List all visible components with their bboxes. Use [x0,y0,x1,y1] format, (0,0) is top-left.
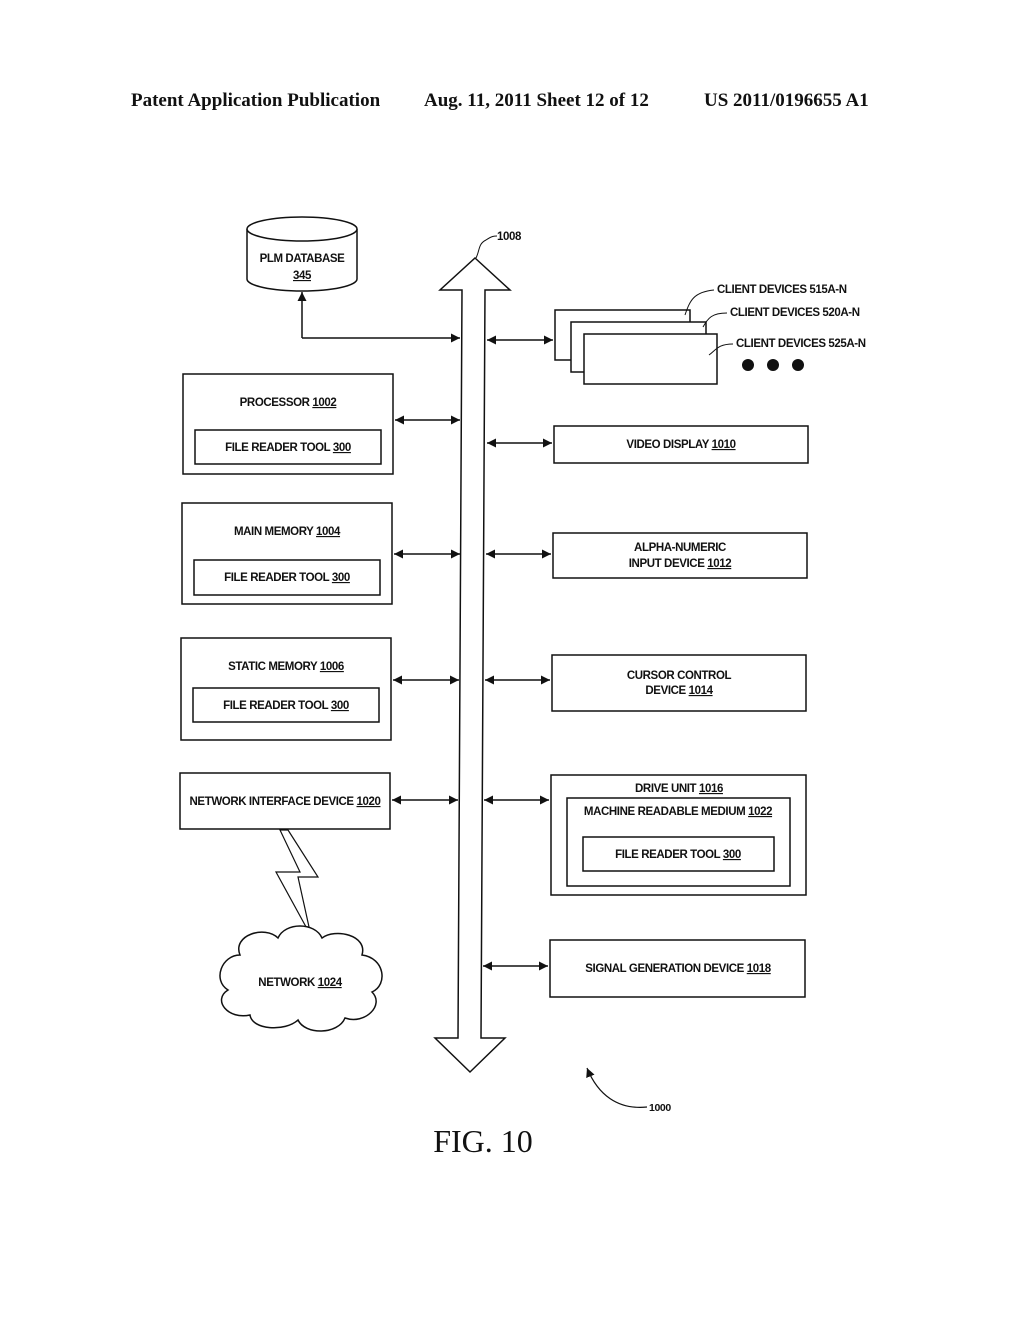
main-memory-block: MAIN MEMORY 1004 FILE READER TOOL 300 [181,502,393,605]
alpha-numeric-input-block: ALPHA-NUMERIC INPUT DEVICE 1012 [552,532,808,579]
static-memory-block: STATIC MEMORY 1006 FILE READER TOOL 300 [180,637,392,741]
video-display-label: VIDEO DISPLAY 1010 [626,439,735,451]
processor-block: PROCESSOR 1002 FILE READER TOOL 300 [182,373,394,475]
system-diagram: 1008 PLM DATABASE 345 CLIENT DEVICES 515… [179,216,866,1159]
plm-database: PLM DATABASE 345 [246,216,358,292]
static-memory-file-reader-label: FILE READER TOOL 300 [223,700,349,712]
alpha-numeric-label-line2: INPUT DEVICE 1012 [629,558,732,570]
system-bus [433,256,512,1074]
database-label: PLM DATABASE [260,253,346,265]
client-devices-stack: CLIENT DEVICES 515A-N CLIENT DEVICES 520… [554,284,866,385]
video-display-block: VIDEO DISPLAY 1010 [553,425,809,464]
static-memory-label: STATIC MEMORY 1006 [228,661,344,673]
ellipsis-dot [767,359,779,371]
main-memory-label: MAIN MEMORY 1004 [234,526,341,538]
system-ref-label: 1000 [649,1102,671,1114]
drive-unit-label: DRIVE UNIT 1016 [635,783,723,795]
database-ref: 345 [293,270,312,282]
network-cloud: NETWORK 1024 [219,925,383,1032]
client-devices-525-label: CLIENT DEVICES 525A-N [736,338,866,350]
network-interface-block: NETWORK INTERFACE DEVICE 1020 [179,772,391,830]
signal-generation-block: SIGNAL GENERATION DEVICE 1018 [549,939,806,998]
system-ref-callout: 1000 [586,1067,672,1114]
figure-label: FIG. 10 [433,1123,533,1159]
cursor-control-label-line1: CURSOR CONTROL [627,670,732,682]
drive-unit-block: DRIVE UNIT 1016 MACHINE READABLE MEDIUM … [550,774,807,896]
bus-ref-label: 1008 [497,231,522,243]
processor-file-reader-label: FILE READER TOOL 300 [225,442,351,454]
main-memory-file-reader-label: FILE READER TOOL 300 [224,572,350,584]
cursor-control-block: CURSOR CONTROL DEVICE 1014 [551,654,807,712]
network-interface-label: NETWORK INTERFACE DEVICE 1020 [190,796,381,808]
network-label: NETWORK 1024 [258,977,342,989]
signal-generation-label: SIGNAL GENERATION DEVICE 1018 [585,963,771,975]
client-devices-515-label: CLIENT DEVICES 515A-N [717,284,847,296]
ellipsis-dot [792,359,804,371]
machine-readable-medium-label: MACHINE READABLE MEDIUM 1022 [584,806,772,818]
alpha-numeric-label-line1: ALPHA-NUMERIC [634,542,726,554]
cursor-control-label-line2: DEVICE 1014 [645,685,713,697]
bus-ref-callout: 1008 [475,231,522,259]
wireless-link-icon [274,829,320,937]
drive-unit-file-reader-label: FILE READER TOOL 300 [615,849,741,861]
processor-label: PROCESSOR 1002 [240,397,337,409]
client-devices-520-label: CLIENT DEVICES 520A-N [730,307,860,319]
ellipsis-dot [742,359,754,371]
